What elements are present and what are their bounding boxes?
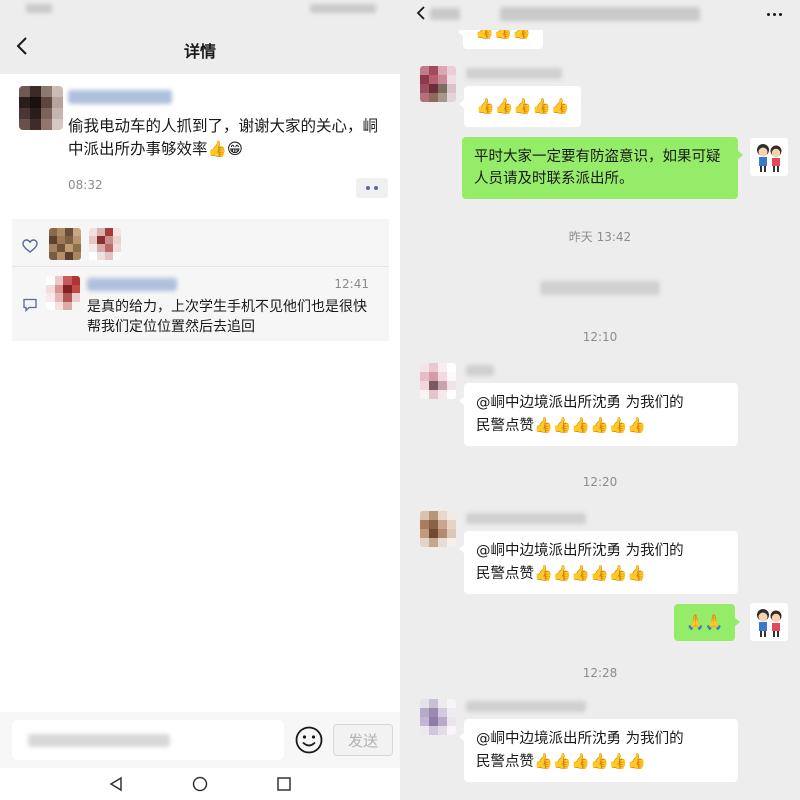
- square-recent-icon[interactable]: [276, 776, 292, 792]
- comment-input[interactable]: [12, 720, 284, 760]
- triangle-back-icon[interactable]: [108, 776, 124, 792]
- status-time-blurred: [26, 4, 52, 13]
- my-message-bubble[interactable]: 🙏🙏: [674, 604, 741, 641]
- system-nav-bar: [0, 768, 400, 800]
- circle-home-icon[interactable]: [192, 776, 208, 792]
- page-title: 详情: [183, 42, 216, 61]
- message-bubble[interactable]: @峒中边境派出所沈勇 为我们的 民警点赞👍👍👍👍👍👍: [459, 719, 738, 782]
- chat-timestamp: 12:20: [582, 475, 618, 489]
- message-bubble[interactable]: @峒中边境派出所沈勇 为我们的 民警点赞👍👍👍👍👍👍: [459, 531, 738, 594]
- likes-row: [12, 219, 389, 267]
- message-bubble[interactable]: 👍👍👍👍👍: [458, 86, 582, 127]
- more-dots-icon: [366, 186, 370, 190]
- chat-timestamp: 12:28: [582, 666, 618, 680]
- sender-avatar[interactable]: [420, 363, 456, 399]
- my-avatar[interactable]: [750, 603, 788, 641]
- comment-input-bar: 发送: [0, 712, 400, 768]
- sender-avatar[interactable]: [420, 66, 456, 102]
- chat-more-button[interactable]: [762, 5, 786, 23]
- comment-icon: [23, 298, 37, 312]
- input-placeholder-blurred: [28, 734, 170, 747]
- more-actions-button[interactable]: [356, 178, 388, 198]
- comment-text: 是真的给力，上次学生手机不见他们也是很快帮我们定位位置然后去追回: [87, 299, 367, 335]
- liker-avatar[interactable]: [89, 228, 121, 260]
- my-message-bubble[interactable]: 平时大家一定要有防盗意识，如果可疑人员请及时联系派出所。: [462, 137, 743, 199]
- cartoon-kids-icon: [757, 144, 782, 172]
- chevron-left-icon[interactable]: [416, 5, 426, 21]
- commenter-name-blurred[interactable]: [87, 278, 177, 291]
- unread-count-blurred: [430, 8, 460, 20]
- liker-avatar[interactable]: [49, 228, 81, 260]
- system-message-blurred: [540, 281, 660, 295]
- sender-name-blurred: [466, 513, 586, 524]
- status-bar: [0, 0, 400, 18]
- poster-avatar[interactable]: [19, 86, 63, 130]
- smiley-icon[interactable]: [294, 725, 324, 755]
- heart-icon: [22, 239, 38, 253]
- sender-avatar[interactable]: [420, 511, 456, 547]
- post-time: 08:32: [68, 178, 103, 192]
- message-bubble[interactable]: @峒中边境派出所沈勇 为我们的 民警点赞👍👍👍👍👍👍: [459, 383, 738, 446]
- comment-item[interactable]: 12:41 是真的给力，上次学生手机不见他们也是很快帮我们定位位置然后去追回: [12, 268, 389, 341]
- sender-name-blurred: [466, 701, 586, 712]
- comment-time: 12:41: [334, 277, 369, 291]
- chat-timestamp: 昨天 13:42: [568, 230, 632, 244]
- nav-bar: 详情: [0, 18, 400, 74]
- send-button[interactable]: 发送: [333, 724, 393, 756]
- chat-timestamp: 12:10: [582, 330, 618, 344]
- poster-name-blurred[interactable]: [68, 90, 172, 104]
- more-dots-icon: [766, 12, 770, 16]
- chat-header-cover: [400, 0, 800, 30]
- status-icons-blurred: [310, 4, 376, 13]
- my-avatar[interactable]: [750, 138, 788, 176]
- sender-name-blurred: [466, 365, 494, 376]
- sender-avatar[interactable]: [420, 699, 456, 735]
- commenter-avatar[interactable]: [46, 276, 80, 310]
- sender-name-blurred: [466, 68, 562, 79]
- chat-title-blurred: [500, 7, 700, 21]
- group-chat-panel: 👍👍👍 👍👍👍👍👍 平时大家一定要有防盗意识，如果可疑人员请及时联系派出所。 昨…: [400, 0, 800, 800]
- post-text: 偷我电动车的人抓到了，谢谢大家的关心，峒中派出所办事够效率👍😁: [68, 117, 379, 158]
- interaction-box: 12:41 是真的给力，上次学生手机不见他们也是很快帮我们定位位置然后去追回: [12, 219, 389, 341]
- cartoon-kids-icon: [757, 609, 782, 637]
- moments-detail-panel: 详情 偷我电动车的人抓到了，谢谢大家的关心，峒中派出所办事够效率👍😁 08:32: [0, 0, 400, 800]
